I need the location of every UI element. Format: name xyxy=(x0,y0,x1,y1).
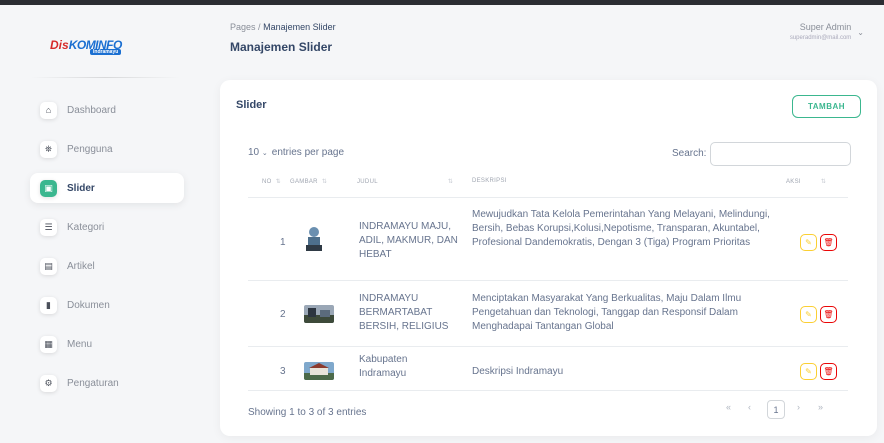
cell-deskripsi: Menciptakan Masyarakat Yang Berkualitas,… xyxy=(472,293,742,332)
cell-judul: Kabupaten Indramayu xyxy=(359,354,408,379)
cell-judul: INDRAMAYU MAJU, ADIL, MAKMUR, DAN HEBAT xyxy=(359,221,458,260)
add-slider-button[interactable]: TAMBAH xyxy=(792,95,861,118)
header-divider xyxy=(248,197,848,198)
chevron-down-icon: ⌄ xyxy=(261,150,268,157)
settings-icon: ⚙ xyxy=(40,374,57,392)
sidebar-divider xyxy=(30,77,180,78)
sidebar-item-kategori[interactable]: ☰ Kategori xyxy=(30,212,184,242)
cell-deskripsi: Deskripsi Indramayu xyxy=(472,366,564,377)
pencil-icon: ✎ xyxy=(805,310,812,319)
row-divider xyxy=(248,346,848,347)
logo-subtext: Indramayu xyxy=(90,49,122,55)
trash-icon: 🗑 xyxy=(823,367,834,376)
slider-card: Slider TAMBAH 10 ⌄ entries per page Sear… xyxy=(220,80,877,436)
users-icon: ⛯ xyxy=(40,140,57,158)
column-header-gambar[interactable]: GAMBAR ⇅ xyxy=(290,178,327,185)
edit-button[interactable]: ✎ xyxy=(800,234,817,251)
sidebar-item-dokumen[interactable]: ▮ Dokumen xyxy=(30,290,184,320)
cell-judul: INDRAMAYU BERMARTABAT BERSIH, RELIGIUS xyxy=(359,293,449,332)
row-divider xyxy=(248,280,848,281)
column-header-no[interactable]: NO ⇅ xyxy=(262,178,281,185)
chevron-down-icon: ⌄ xyxy=(857,28,864,37)
sidebar-item-pengaturan[interactable]: ⚙ Pengaturan xyxy=(30,368,184,398)
logo[interactable]: Dis KOMINFO Indramayu xyxy=(50,35,122,55)
column-header-aksi[interactable]: AKSI ⇅ xyxy=(786,178,826,185)
breadcrumb-separator: / xyxy=(258,22,261,32)
edit-button[interactable]: ✎ xyxy=(800,306,817,323)
breadcrumb-current: Manajemen Slider xyxy=(263,22,336,32)
column-header-deskripsi[interactable]: DESKRIPSI xyxy=(472,178,507,184)
breadcrumb: Pages / Manajemen Slider xyxy=(230,22,336,32)
logo-text-dis: Dis xyxy=(50,38,69,52)
sidebar: Dis KOMINFO Indramayu ⌂ Dashboard ⛯ Peng… xyxy=(0,5,196,443)
user-name: Super Admin xyxy=(799,22,852,32)
sidebar-item-label: Pengguna xyxy=(67,143,113,155)
entries-select[interactable]: 10 ⌄ xyxy=(248,147,268,158)
image-icon: ▣ xyxy=(40,179,57,197)
sidebar-item-slider[interactable]: ▣ Slider xyxy=(30,173,184,203)
search-input[interactable] xyxy=(710,142,851,166)
pager-next[interactable]: › xyxy=(797,402,800,412)
column-header-judul[interactable]: JUDUL ⇅ xyxy=(357,178,453,185)
breadcrumb-root[interactable]: Pages xyxy=(230,22,256,32)
sidebar-item-label: Slider xyxy=(67,182,95,194)
document-icon: ▮ xyxy=(40,296,57,314)
page-title: Manajemen Slider xyxy=(230,40,333,54)
entries-label: entries per page xyxy=(271,147,345,158)
cell-deskripsi: Mewujudkan Tata Kelola Pemerintahan Yang… xyxy=(472,209,770,248)
slider-thumbnail[interactable] xyxy=(304,225,324,255)
pencil-icon: ✎ xyxy=(805,238,812,247)
sidebar-item-label: Artikel xyxy=(67,260,95,272)
article-icon: ▤ xyxy=(40,257,57,275)
menu-icon: ▦ xyxy=(40,335,57,353)
sidebar-item-artikel[interactable]: ▤ Artikel xyxy=(30,251,184,281)
sidebar-item-menu[interactable]: ▦ Menu xyxy=(30,329,184,359)
trash-icon: 🗑 xyxy=(823,238,834,247)
delete-button[interactable]: 🗑 xyxy=(820,306,837,323)
sidebar-item-pengguna[interactable]: ⛯ Pengguna xyxy=(30,134,184,164)
cell-no: 2 xyxy=(280,309,286,320)
sidebar-nav: ⌂ Dashboard ⛯ Pengguna ▣ Slider ☰ Katego… xyxy=(30,95,184,407)
table-info: Showing 1 to 3 of 3 entries xyxy=(248,407,367,418)
pager-last[interactable]: » xyxy=(818,402,823,412)
sidebar-item-label: Kategori xyxy=(67,221,105,233)
card-title: Slider xyxy=(236,99,267,111)
search-label: Search: xyxy=(672,148,707,159)
pencil-icon: ✎ xyxy=(805,367,812,376)
sidebar-item-label: Dokumen xyxy=(67,299,110,311)
pager-prev[interactable]: ‹ xyxy=(748,402,751,412)
slider-thumbnail[interactable] xyxy=(304,305,334,323)
edit-button[interactable]: ✎ xyxy=(800,363,817,380)
home-icon: ⌂ xyxy=(40,101,57,119)
sidebar-item-dashboard[interactable]: ⌂ Dashboard xyxy=(30,95,184,125)
pager-current[interactable]: 1 xyxy=(767,400,785,419)
cell-no: 3 xyxy=(280,366,286,377)
delete-button[interactable]: 🗑 xyxy=(820,363,837,380)
trash-icon: 🗑 xyxy=(823,310,834,319)
user-email: superadmin@mail.com xyxy=(789,35,852,41)
user-menu[interactable]: Super Admin superadmin@mail.com ⌄ xyxy=(790,22,864,41)
slider-thumbnail[interactable] xyxy=(304,362,334,380)
cell-no: 1 xyxy=(280,237,286,248)
list-icon: ☰ xyxy=(40,218,57,236)
delete-button[interactable]: 🗑 xyxy=(820,234,837,251)
row-divider xyxy=(248,390,848,391)
entries-per-page: 10 ⌄ entries per page xyxy=(248,147,344,158)
pager-first[interactable]: « xyxy=(726,402,731,412)
sidebar-item-label: Dashboard xyxy=(67,104,116,116)
sidebar-item-label: Pengaturan xyxy=(67,377,119,389)
sidebar-item-label: Menu xyxy=(67,338,93,350)
